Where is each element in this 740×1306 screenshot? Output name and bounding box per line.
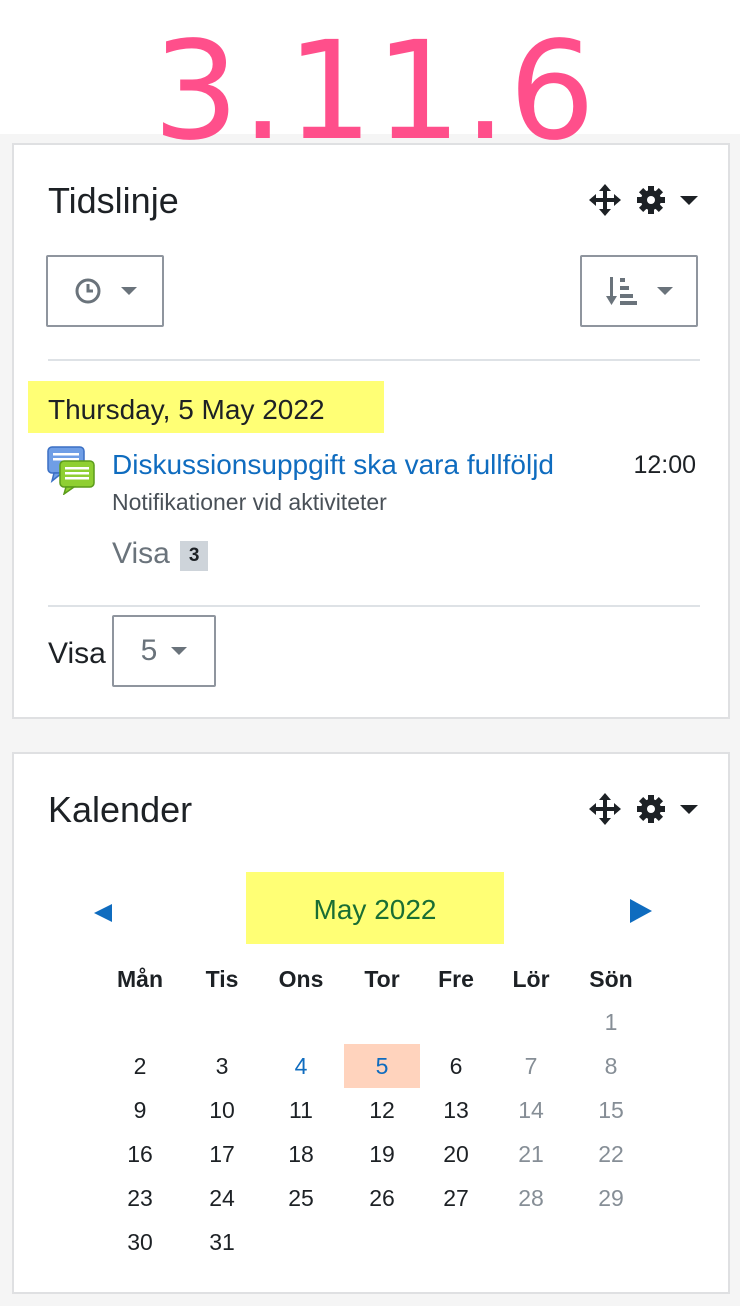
- calendar-day: 2: [133, 1053, 147, 1079]
- count-badge: 3: [179, 541, 209, 571]
- date-heading: Thursday, 5 May 2022: [48, 394, 325, 425]
- calendar-day: 6: [449, 1053, 463, 1079]
- calendar-day: 14: [518, 1097, 544, 1123]
- per-page-value: 5: [140, 634, 158, 667]
- calendar-day[interactable]: 4: [263, 1044, 339, 1088]
- chevron-down-icon: [121, 287, 137, 295]
- calendar-day: 21: [518, 1141, 544, 1167]
- calendar-day: 3: [215, 1053, 229, 1079]
- timeline-filter-dropdown[interactable]: [46, 255, 164, 327]
- calendar-day: 18: [288, 1141, 314, 1167]
- calendar-day: 10: [209, 1097, 235, 1123]
- chevron-down-icon: [171, 647, 188, 655]
- weekday-label: Tis: [205, 966, 239, 992]
- chevron-down-icon: [657, 287, 673, 295]
- calendar-day: 23: [127, 1185, 153, 1211]
- calendar-day: 11: [289, 1097, 313, 1123]
- calendar-block: Kalender May 2022 Mån Tis Ons Tor Fre Lö…: [12, 752, 730, 1294]
- calendar-day: 27: [443, 1185, 469, 1211]
- divider: [48, 605, 700, 607]
- calendar-day: 17: [209, 1141, 235, 1167]
- calendar-day: 7: [524, 1053, 538, 1079]
- weekday-label: Lör: [512, 966, 550, 992]
- weekday-label: Tor: [364, 966, 400, 992]
- forum-discussion-icon: [46, 445, 96, 500]
- calendar-day: 25: [288, 1185, 314, 1211]
- calendar-day: 30: [127, 1229, 153, 1255]
- event-time: 12:00: [633, 451, 696, 479]
- show-more-button[interactable]: Visa 3: [112, 535, 209, 573]
- divider: [48, 359, 700, 361]
- calendar-day: 31: [209, 1229, 235, 1255]
- calendar-day: 8: [604, 1053, 618, 1079]
- per-page-label: Visa: [48, 637, 106, 670]
- show-more-label: Visa: [112, 537, 170, 570]
- calendar-day: 26: [369, 1185, 395, 1211]
- gear-icon[interactable]: [636, 794, 666, 824]
- move-icon[interactable]: [588, 183, 622, 217]
- previous-month-arrow-icon[interactable]: [94, 904, 112, 922]
- calendar-day: 15: [598, 1097, 624, 1123]
- weekday-label: Fre: [438, 966, 474, 992]
- calendar-day: 12: [369, 1097, 395, 1123]
- calendar-day: 9: [133, 1097, 147, 1123]
- event-name-link[interactable]: Diskussionsuppgift ska vara fullföljd: [112, 447, 554, 483]
- block-actions-chevron-down-icon[interactable]: [680, 804, 698, 814]
- per-page-dropdown[interactable]: 5: [112, 615, 216, 687]
- block-title: Tidslinje: [48, 180, 179, 221]
- weekday-label: Mån: [117, 966, 163, 992]
- sort-icon: [606, 277, 637, 305]
- block-title: Kalender: [48, 789, 193, 830]
- block-controls: [588, 792, 698, 826]
- clock-icon: [75, 278, 101, 304]
- calendar-day-today[interactable]: 5: [344, 1044, 420, 1088]
- current-month: May 2022: [313, 894, 437, 925]
- timeline-sort-dropdown[interactable]: [580, 255, 698, 327]
- weekday-label: Sön: [589, 966, 633, 992]
- next-month-arrow-icon[interactable]: [630, 899, 652, 923]
- calendar-day: 13: [443, 1097, 469, 1123]
- event-subtitle: Notifikationer vid aktiviteter: [112, 489, 387, 515]
- calendar-day: 1: [604, 1009, 618, 1035]
- calendar-day: 29: [598, 1185, 624, 1211]
- calendar-day: 20: [443, 1141, 469, 1167]
- block-controls: [588, 183, 698, 217]
- calendar-day: 22: [598, 1141, 624, 1167]
- version-label: 3.11.6: [152, 13, 598, 171]
- calendar-day: 24: [209, 1185, 235, 1211]
- gear-icon[interactable]: [636, 185, 666, 215]
- timeline-block: Tidslinje Thursday, 5 May 2022 Diskussio…: [12, 143, 730, 719]
- weekday-label: Ons: [278, 966, 324, 992]
- move-icon[interactable]: [588, 792, 622, 826]
- calendar-day: 19: [369, 1141, 395, 1167]
- calendar-day: 16: [127, 1141, 153, 1167]
- block-actions-chevron-down-icon[interactable]: [680, 195, 698, 205]
- calendar-day: 28: [518, 1185, 544, 1211]
